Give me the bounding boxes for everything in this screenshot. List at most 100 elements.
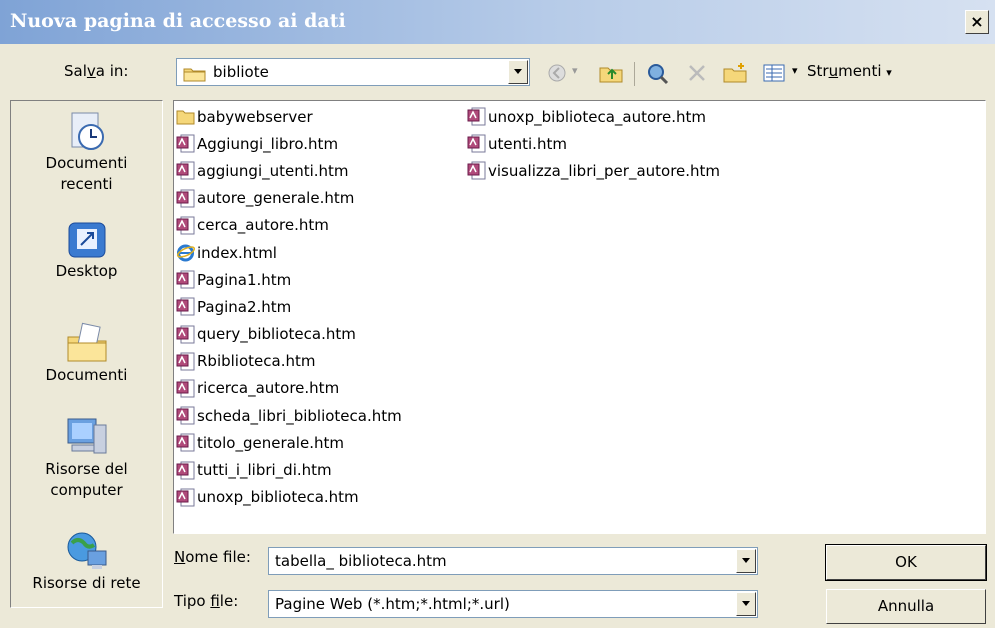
htm-file-icon — [176, 406, 195, 425]
file-name: cerca_autore.htm — [197, 216, 329, 235]
file-name: titolo_generale.htm — [197, 433, 344, 452]
save-in-dropdown[interactable]: bibliote — [176, 58, 530, 86]
documents-icon — [67, 322, 106, 362]
htm-file-icon — [176, 488, 195, 507]
network-icon — [67, 532, 106, 569]
place-desktop[interactable]: Desktop — [11, 219, 162, 282]
file-item[interactable]: autore_generale.htm — [176, 185, 402, 212]
file-name: unoxp_biblioteca_autore.htm — [488, 107, 706, 126]
file-item[interactable]: aggiungi_utenti.htm — [176, 157, 402, 184]
filename-input[interactable]: tabella_ biblioteca.htm — [268, 547, 758, 575]
file-name: utenti.htm — [488, 134, 567, 153]
place-label: Risorse del computer — [45, 460, 128, 499]
htm-file-icon — [176, 325, 195, 344]
file-name: scheda_libri_biblioteca.htm — [197, 406, 402, 425]
file-item[interactable]: tutti_i_libri_di.htm — [176, 456, 402, 483]
file-item[interactable]: query_biblioteca.htm — [176, 321, 402, 348]
file-name: ricerca_autore.htm — [197, 379, 340, 398]
folder-icon — [176, 110, 195, 125]
file-name: index.html — [197, 243, 277, 262]
title-bar[interactable]: Nuova pagina di accesso ai dati × — [0, 0, 995, 44]
places-bar: Documenti recenti Desktop Documenti Riso… — [10, 100, 163, 608]
folder-icon — [183, 68, 206, 82]
recent-documents-icon — [71, 112, 104, 150]
file-item[interactable]: unoxp_biblioteca.htm — [176, 484, 402, 511]
place-recent-documents[interactable]: Documenti recenti — [11, 109, 162, 195]
place-label: Risorse di rete — [32, 574, 141, 592]
htm-file-icon — [176, 270, 195, 289]
filename-label: Nome file: — [174, 548, 251, 566]
file-item[interactable]: titolo_generale.htm — [176, 429, 402, 456]
filetype-value: Pagine Web (*.htm;*.html;*.url) — [275, 595, 510, 613]
delete-icon[interactable] — [686, 62, 708, 84]
file-list[interactable]: babywebserver Aggiungi_libro.htm aggiungi_… — [173, 100, 986, 534]
views-dropdown-icon[interactable]: ▾ — [792, 64, 798, 77]
new-folder-icon[interactable] — [722, 62, 748, 84]
htm-file-icon — [176, 134, 195, 153]
close-button[interactable]: × — [965, 10, 989, 34]
filetype-dropdown[interactable]: Pagine Web (*.htm;*.html;*.url) — [268, 590, 758, 618]
back-icon[interactable] — [546, 62, 568, 84]
file-name: Pagina2.htm — [197, 297, 292, 316]
file-item[interactable]: utenti.htm — [467, 130, 720, 157]
ok-button[interactable]: OK — [825, 544, 987, 581]
file-item[interactable]: cerca_autore.htm — [176, 212, 402, 239]
file-item[interactable]: ricerca_autore.htm — [176, 375, 402, 402]
htm-file-icon — [176, 161, 195, 180]
back-dropdown-icon[interactable]: ▾ — [572, 64, 578, 77]
place-label: Desktop — [55, 262, 118, 280]
file-item[interactable]: Aggiungi_libro.htm — [176, 130, 402, 157]
cancel-button[interactable]: Annulla — [826, 589, 986, 624]
place-my-computer[interactable]: Risorse del computer — [11, 415, 162, 501]
place-label: Documenti recenti — [45, 154, 128, 193]
file-item[interactable]: scheda_libri_biblioteca.htm — [176, 402, 402, 429]
up-folder-icon[interactable] — [598, 62, 624, 84]
file-item[interactable]: Pagina2.htm — [176, 293, 402, 320]
filename-value: tabella_ biblioteca.htm — [275, 552, 447, 570]
file-item[interactable]: Rbiblioteca.htm — [176, 348, 402, 375]
htm-file-icon — [467, 107, 486, 126]
file-item[interactable]: unoxp_biblioteca_autore.htm — [467, 103, 720, 130]
file-name: unoxp_biblioteca.htm — [197, 488, 359, 507]
file-name: babywebserver — [197, 107, 313, 126]
file-name: Rbiblioteca.htm — [197, 352, 316, 371]
my-computer-icon — [67, 418, 106, 454]
htm-file-icon — [176, 461, 195, 480]
htm-file-icon — [176, 433, 195, 452]
file-name: Aggiungi_libro.htm — [197, 134, 339, 153]
file-list-column: babywebserver Aggiungi_libro.htm aggiungi_… — [176, 103, 402, 511]
file-name: query_biblioteca.htm — [197, 325, 356, 344]
file-item[interactable]: Pagina1.htm — [176, 266, 402, 293]
htm-file-icon — [176, 352, 195, 371]
file-list-column: unoxp_biblioteca_autore.htm utenti.htm vis… — [467, 103, 720, 185]
place-label: Documenti — [45, 366, 128, 384]
file-name: aggiungi_utenti.htm — [197, 161, 349, 180]
htm-file-icon — [176, 189, 195, 208]
file-item[interactable]: index.html — [176, 239, 402, 266]
htm-file-icon — [176, 379, 195, 398]
save-in-dropdown-arrow[interactable] — [508, 60, 528, 84]
views-icon[interactable] — [762, 62, 786, 84]
desktop-icon — [68, 222, 105, 258]
file-name: autore_generale.htm — [197, 189, 355, 208]
htm-file-icon — [467, 134, 486, 153]
place-documents[interactable]: Documenti — [11, 321, 162, 386]
htm-file-icon — [176, 297, 195, 316]
search-web-icon[interactable] — [646, 62, 670, 86]
filename-dropdown-arrow[interactable] — [736, 549, 756, 573]
htm-file-icon — [176, 216, 195, 235]
htm-file-icon — [467, 161, 486, 180]
dialog-title: Nuova pagina di accesso ai dati — [10, 10, 346, 32]
file-name: visualizza_libri_per_autore.htm — [488, 161, 721, 180]
file-item[interactable]: visualizza_libri_per_autore.htm — [467, 157, 720, 184]
save-in-label: Salva in: — [64, 62, 129, 80]
place-network[interactable]: Risorse di rete — [11, 529, 162, 594]
file-name: Pagina1.htm — [197, 270, 292, 289]
internet-explorer-icon — [176, 244, 195, 262]
filetype-dropdown-arrow[interactable] — [736, 592, 756, 616]
save-in-value: bibliote — [213, 63, 269, 81]
file-item[interactable]: babywebserver — [176, 103, 402, 130]
file-name: tutti_i_libri_di.htm — [197, 461, 332, 480]
tools-menu[interactable]: Strumenti ▾ — [807, 62, 892, 80]
filetype-label: Tipo file: — [174, 592, 239, 610]
